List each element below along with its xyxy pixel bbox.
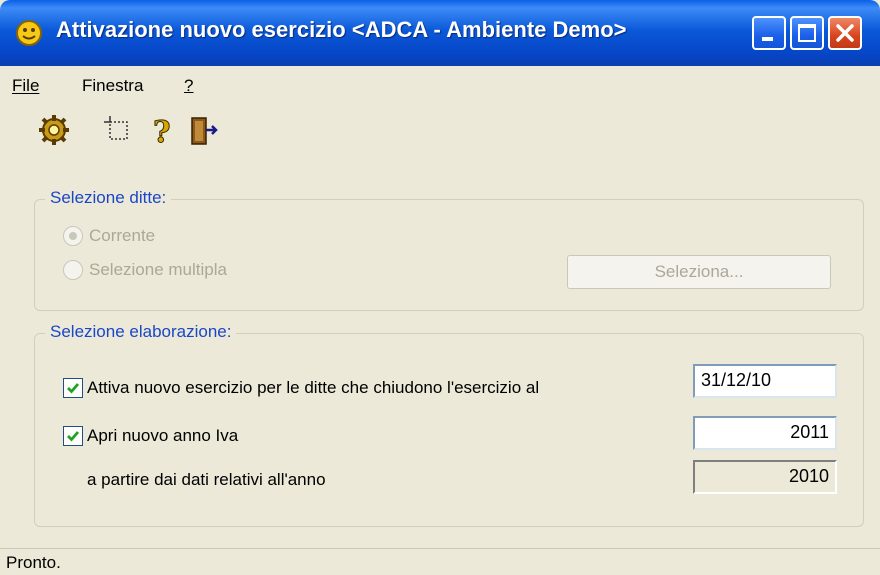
menu-file[interactable]: File [12, 76, 39, 96]
apri-checkbox-row[interactable]: Apri nuovo anno Iva [63, 426, 238, 446]
minimize-button[interactable] [752, 16, 786, 50]
seleziona-button[interactable]: Seleziona... [567, 255, 831, 289]
menu-help[interactable]: ? [184, 76, 193, 96]
app-icon [14, 18, 44, 48]
partire-label: a partire dai dati relativi all'anno [87, 470, 326, 489]
select-icon[interactable] [100, 112, 136, 148]
status-bar: Pronto. [0, 548, 880, 575]
anno-iva-field[interactable]: 2011 [693, 416, 837, 450]
data-chiusura-field[interactable]: 31/12/10 [693, 364, 837, 398]
maximize-icon [798, 24, 816, 42]
radio-corrente-indicator[interactable] [63, 226, 83, 246]
svg-text:?: ? [153, 115, 171, 148]
apri-label: Apri nuovo anno Iva [87, 426, 239, 445]
minimize-icon [762, 37, 773, 41]
title-bar[interactable]: Attivazione nuovo esercizio <ADCA - Ambi… [0, 0, 880, 66]
menu-bar: File Finestra ? [0, 66, 880, 106]
attiva-label: Attiva nuovo esercizio per le ditte che … [87, 378, 540, 397]
status-text: Pronto. [6, 553, 61, 572]
close-icon [836, 24, 854, 42]
selezione-elaborazione-legend: Selezione elaborazione: [45, 322, 237, 342]
checkmark-icon [67, 431, 80, 442]
radio-corrente-label: Corrente [89, 226, 156, 245]
selezione-elaborazione-group: Selezione elaborazione: Attiva nuovo ese… [34, 322, 864, 527]
radio-multipla-indicator[interactable] [63, 260, 83, 280]
menu-finestra[interactable]: Finestra [82, 76, 143, 96]
radio-selezione-multipla[interactable]: Selezione multipla [63, 260, 227, 280]
maximize-button[interactable] [790, 16, 824, 50]
radio-corrente[interactable]: Corrente [63, 226, 155, 246]
gear-run-icon[interactable] [36, 112, 72, 148]
exit-icon[interactable] [184, 112, 220, 148]
anno-riferimento-field: 2010 [693, 460, 837, 494]
toolbar: ? [0, 108, 880, 154]
window-title: Attivazione nuovo esercizio <ADCA - Ambi… [56, 17, 627, 42]
help-icon[interactable]: ? [144, 112, 180, 151]
selezione-ditte-legend: Selezione ditte: [45, 188, 172, 208]
apri-checkbox[interactable] [63, 426, 83, 446]
selezione-ditte-group: Selezione ditte: Corrente Selezione mult… [34, 188, 864, 311]
attiva-checkbox-row[interactable]: Attiva nuovo esercizio per le ditte che … [63, 378, 539, 398]
radio-multipla-label: Selezione multipla [89, 260, 227, 279]
checkmark-icon [67, 383, 80, 394]
attiva-checkbox[interactable] [63, 378, 83, 398]
close-button[interactable] [828, 16, 862, 50]
